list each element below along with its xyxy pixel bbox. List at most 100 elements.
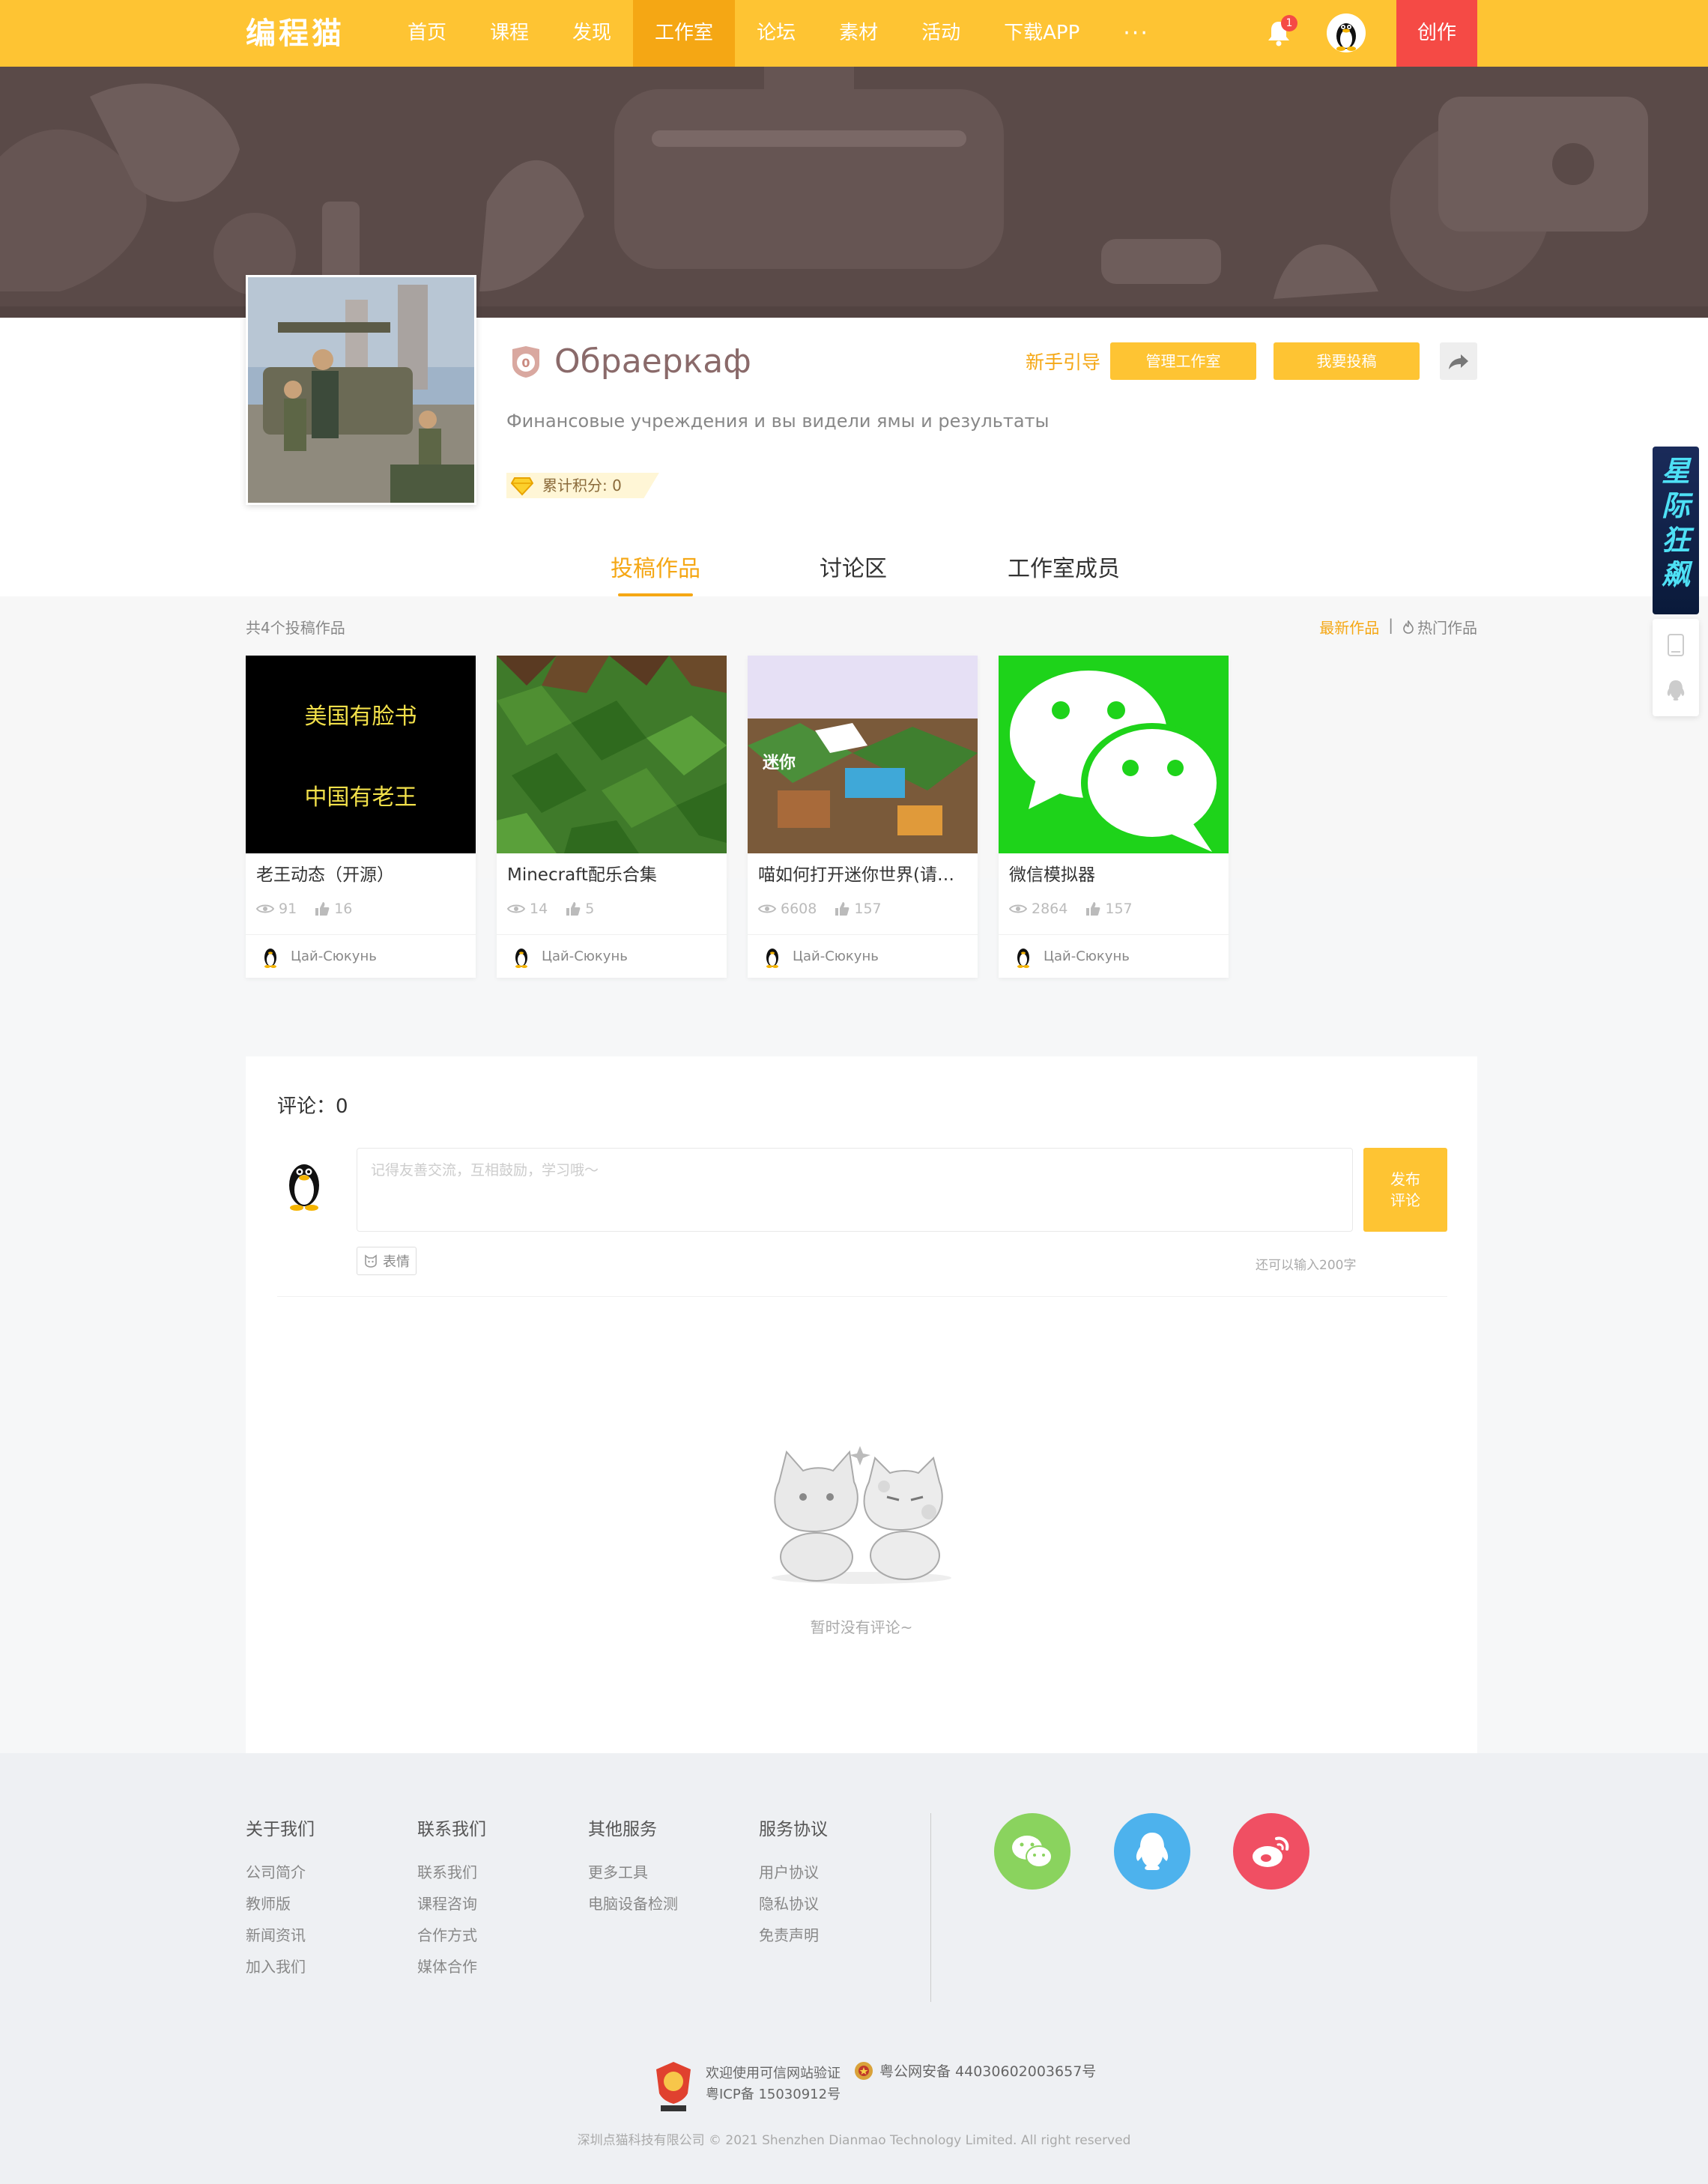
fire-icon bbox=[1403, 620, 1414, 634]
nav-item-assets[interactable]: 素材 bbox=[817, 0, 900, 67]
police-record[interactable]: 粤公网安备 44030602003657号 bbox=[854, 2060, 1096, 2081]
tab-discussion[interactable]: 讨论区 bbox=[820, 547, 887, 596]
nav-item-discover[interactable]: 发现 bbox=[551, 0, 633, 67]
user-avatar[interactable] bbox=[1327, 13, 1366, 52]
work-title: Minecraft配乐合集 bbox=[507, 865, 657, 885]
work-card[interactable]: 美国有脸书 中国有老王 老王动态（开源） 91 16 Цай-Сюкунь bbox=[246, 656, 476, 978]
notification-badge: 1 bbox=[1281, 15, 1297, 31]
site-logo[interactable]: 编程猫 bbox=[246, 13, 345, 54]
footer-col-contact: 联系我们 联系我们 课程咨询 合作方式 媒体合作 bbox=[417, 1815, 486, 1982]
weibo-button[interactable] bbox=[1233, 1813, 1309, 1890]
footer-link[interactable]: 合作方式 bbox=[417, 1920, 486, 1951]
footer-divider bbox=[930, 1813, 931, 2002]
footer-link[interactable]: 隐私协议 bbox=[759, 1888, 828, 1920]
likes-stat: 16 bbox=[315, 901, 352, 917]
footer-link[interactable]: 更多工具 bbox=[588, 1857, 678, 1888]
tab-members[interactable]: 工作室成员 bbox=[1008, 547, 1120, 596]
ad-text: 星际狂飙 bbox=[1661, 455, 1690, 591]
footer-link[interactable]: 课程咨询 bbox=[417, 1888, 486, 1920]
footer-link[interactable]: 媒体合作 bbox=[417, 1951, 486, 1982]
nav-item-download[interactable]: 下载APP bbox=[982, 0, 1101, 67]
footer-link[interactable]: 教师版 bbox=[246, 1888, 315, 1920]
police-emblem-icon bbox=[855, 2061, 873, 2080]
work-cover: 迷你 bbox=[748, 656, 978, 853]
floating-ad[interactable]: 星际狂飙 bbox=[1653, 447, 1699, 614]
likes-stat: 157 bbox=[1085, 901, 1133, 917]
emoji-button[interactable]: 表情 bbox=[357, 1247, 417, 1275]
sort-separator: | bbox=[1388, 616, 1393, 634]
points-bar: 累计积分: 0 bbox=[506, 473, 659, 498]
footer-link[interactable]: 联系我们 bbox=[417, 1857, 486, 1888]
views-stat: 2864 bbox=[1009, 901, 1068, 917]
work-author[interactable]: Цай-Сюкунь bbox=[999, 934, 1229, 978]
views-stat: 91 bbox=[256, 901, 297, 917]
qq-button[interactable] bbox=[1114, 1813, 1190, 1890]
emoji-label: 表情 bbox=[383, 1254, 410, 1270]
footer-link[interactable]: 新闻资讯 bbox=[246, 1920, 315, 1951]
work-stats: 91 16 bbox=[246, 897, 476, 921]
nav-item-studio[interactable]: 工作室 bbox=[633, 0, 736, 67]
footer-link[interactable]: 加入我们 bbox=[246, 1951, 315, 1982]
works-count: 共4个投稿作品 bbox=[246, 619, 345, 637]
footer-link[interactable]: 用户协议 bbox=[759, 1857, 828, 1888]
nav-menu: 首页 课程 发现 工作室 论坛 素材 活动 下载APP ··· bbox=[386, 0, 1171, 67]
work-author[interactable]: Цай-Сюкунь bbox=[748, 934, 978, 978]
work-card[interactable]: 微信模拟器 2864 157 Цай-Сюкунь bbox=[999, 656, 1229, 978]
beginner-guide-link[interactable]: 新手引导 bbox=[1026, 348, 1100, 378]
footer-heading: 关于我们 bbox=[246, 1820, 315, 1839]
eye-icon bbox=[256, 904, 274, 913]
submit-work-button[interactable]: 我要投稿 bbox=[1274, 342, 1420, 380]
points-panel: 累计积分: 0 bbox=[506, 471, 659, 500]
sort-hot-label: 热门作品 bbox=[1417, 619, 1477, 637]
icp-number[interactable]: 粤ICP备 15030912号 bbox=[706, 2084, 841, 2105]
divider bbox=[277, 1296, 1447, 1297]
nav-more-button[interactable]: ··· bbox=[1101, 0, 1171, 67]
tablet-icon[interactable] bbox=[1668, 634, 1684, 656]
qq-service-icon[interactable] bbox=[1666, 679, 1686, 701]
work-author[interactable]: Цай-Сюкунь bbox=[497, 934, 727, 978]
trust-line1[interactable]: 欢迎使用可信网站验证 bbox=[706, 2063, 841, 2084]
wechat-logo-icon bbox=[999, 656, 1229, 853]
footer-link[interactable]: 公司简介 bbox=[246, 1857, 315, 1888]
sort-hot[interactable]: 热门作品 bbox=[1402, 616, 1477, 638]
eye-icon bbox=[1009, 904, 1027, 913]
empty-comments-text: 暂时没有评论~ bbox=[810, 1618, 913, 1636]
studio-tabs: 投稿作品 讨论区 工作室成员 bbox=[0, 547, 1708, 596]
wechat-button[interactable] bbox=[994, 1813, 1070, 1890]
cover-illustration bbox=[497, 656, 727, 853]
studio-name: Обраеркаф bbox=[554, 342, 751, 381]
thumbs-up-icon bbox=[835, 902, 850, 916]
post-comment-button[interactable]: 发布评论 bbox=[1363, 1148, 1447, 1232]
tab-submitted-works[interactable]: 投稿作品 bbox=[611, 547, 700, 596]
views-count: 14 bbox=[530, 901, 548, 917]
nav-item-forum[interactable]: 论坛 bbox=[735, 0, 817, 67]
cat-face-icon bbox=[365, 1254, 377, 1268]
work-card[interactable]: 迷你 喵如何打开迷你世界(请再... 6608 157 Цай-Сюкунь bbox=[748, 656, 978, 978]
likes-count: 157 bbox=[1105, 901, 1133, 917]
penguin-icon bbox=[1336, 23, 1356, 51]
work-author[interactable]: Цай-Сюкунь bbox=[246, 934, 476, 978]
diamond-icon bbox=[511, 477, 533, 496]
footer-link[interactable]: 免责声明 bbox=[759, 1920, 828, 1951]
footer-heading: 服务协议 bbox=[759, 1820, 828, 1839]
author-name: Цай-Сюкунь bbox=[1044, 949, 1130, 964]
comment-input[interactable]: 记得友善交流，互相鼓励，学习哦～ bbox=[357, 1148, 1353, 1232]
penguin-avatar-icon bbox=[289, 1164, 319, 1211]
nav-item-courses[interactable]: 课程 bbox=[468, 0, 551, 67]
work-card[interactable]: Minecraft配乐合集 14 5 Цай-Сюкунь bbox=[497, 656, 727, 978]
footer-link[interactable]: 电脑设备检测 bbox=[588, 1888, 678, 1920]
likes-stat: 5 bbox=[566, 901, 594, 917]
work-cover bbox=[999, 656, 1229, 853]
share-button[interactable] bbox=[1440, 342, 1477, 380]
work-cover bbox=[497, 656, 727, 853]
nav-item-events[interactable]: 活动 bbox=[900, 0, 982, 67]
views-count: 2864 bbox=[1032, 901, 1068, 917]
sort-latest[interactable]: 最新作品 bbox=[1319, 616, 1379, 638]
nav-item-home[interactable]: 首页 bbox=[386, 0, 468, 67]
manage-studio-button[interactable]: 管理工作室 bbox=[1110, 342, 1256, 380]
top-nav: 编程猫 首页 课程 发现 工作室 论坛 素材 活动 下载APP ··· 1 创作 bbox=[0, 0, 1708, 67]
author-name: Цай-Сюкунь bbox=[291, 949, 377, 964]
create-button[interactable]: 创作 bbox=[1396, 0, 1477, 67]
likes-count: 16 bbox=[334, 901, 353, 917]
trust-info: 欢迎使用可信网站验证 粤ICP备 15030912号 bbox=[706, 2063, 841, 2105]
